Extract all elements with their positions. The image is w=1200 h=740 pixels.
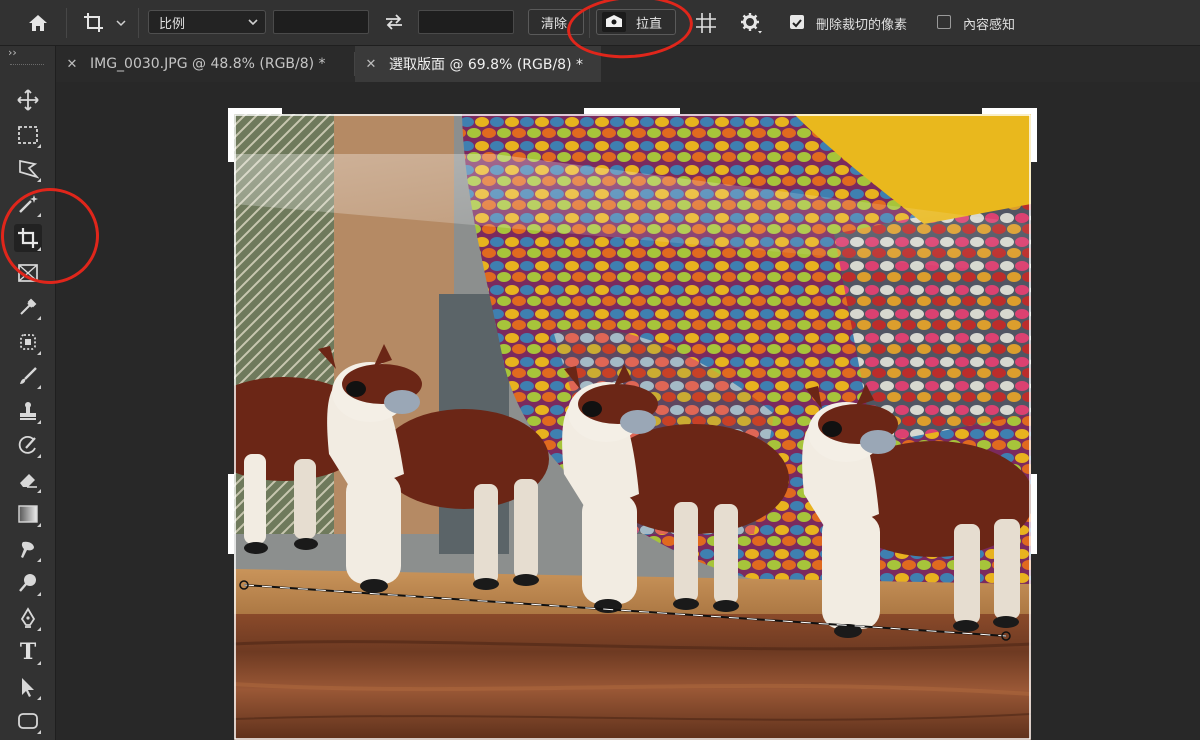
marquee-tool[interactable] (14, 121, 42, 149)
stamp-tool[interactable] (14, 397, 42, 425)
patch-icon (20, 334, 36, 350)
collapse-toggle[interactable]: ›› (8, 46, 17, 59)
stamp-icon (20, 402, 36, 420)
crop-handle-top-right-v[interactable] (1031, 108, 1037, 162)
lasso-tool[interactable] (14, 155, 42, 183)
ratio-select-value: 比例 (159, 16, 186, 32)
path-select-icon (22, 678, 34, 697)
checkmark-icon (792, 19, 802, 28)
history-brush-tool[interactable] (14, 431, 42, 459)
grid-overlay-icon (696, 13, 716, 33)
close-icon[interactable]: ✕ (363, 57, 379, 72)
type-tool[interactable]: T (14, 638, 42, 666)
gradient-tool[interactable] (14, 500, 42, 528)
delete-cropped-pixels-label: 刪除裁切的像素 (816, 18, 908, 33)
shape-tool[interactable] (14, 707, 42, 735)
canvas-area[interactable] (56, 82, 1200, 740)
content-aware-checkbox[interactable] (937, 15, 951, 29)
separator (66, 8, 67, 38)
swap-button[interactable] (380, 10, 408, 34)
crop-handle-left[interactable] (228, 474, 234, 554)
dodge-icon (19, 574, 36, 592)
delete-cropped-pixels-checkbox[interactable] (790, 15, 804, 29)
tab-img-0030[interactable]: ✕ IMG_0030.JPG @ 48.8% (RGB/8) * (56, 46, 354, 82)
crop-handle-top-left[interactable] (228, 108, 282, 114)
tab-selection-layout[interactable]: ✕ 選取版面 @ 69.8% (RGB/8) * (355, 46, 601, 82)
close-icon[interactable]: ✕ (64, 57, 80, 72)
crop-handle-top-left-v[interactable] (228, 108, 234, 162)
brush-icon (20, 367, 37, 384)
alpacas-photo (234, 114, 1031, 740)
clear-button-label: 清除 (541, 16, 568, 32)
history-brush-icon (18, 435, 36, 454)
content-aware-label: 內容感知 (963, 18, 1016, 33)
ratio-select[interactable]: 比例 (148, 10, 266, 34)
move-tool[interactable] (14, 86, 42, 114)
pen-tool[interactable] (14, 604, 42, 632)
crop-handle-top[interactable] (584, 108, 680, 114)
smudge-icon (21, 541, 34, 558)
path-selection-tool[interactable] (14, 673, 42, 701)
tab-title: 選取版面 @ 69.8% (RGB/8) * (389, 57, 584, 73)
marquee-icon (18, 126, 38, 144)
grip (10, 64, 44, 67)
height-field[interactable] (418, 10, 514, 34)
smudge-tool[interactable] (14, 535, 42, 563)
eyedropper-icon (20, 298, 37, 315)
separator (138, 8, 139, 38)
document-image[interactable] (234, 114, 1031, 740)
crop-handle-right[interactable] (1031, 474, 1037, 554)
tools-panel: ›› T (0, 46, 56, 740)
patch-tool[interactable] (14, 328, 42, 356)
home-icon (29, 15, 47, 31)
home-button[interactable] (22, 10, 54, 36)
brush-tool[interactable] (14, 362, 42, 390)
crop-handle-top-right[interactable] (982, 108, 1037, 114)
width-field[interactable] (273, 10, 369, 34)
crop-icon (84, 13, 103, 32)
eyedropper-tool[interactable] (14, 293, 42, 321)
lasso-icon (19, 159, 39, 179)
move-icon (17, 89, 39, 111)
swap-arrows-icon (386, 14, 402, 30)
type-icon: T (19, 639, 37, 665)
tab-title: IMG_0030.JPG @ 48.8% (RGB/8) * (90, 56, 326, 72)
gear-icon (741, 13, 762, 34)
overlay-options-button[interactable] (692, 9, 720, 37)
dodge-tool[interactable] (14, 569, 42, 597)
pen-icon (20, 607, 36, 628)
crop-settings-button[interactable] (736, 9, 766, 37)
chevron-down-icon (248, 19, 258, 26)
shape-icon (18, 713, 38, 729)
chevron-down-icon (116, 20, 126, 27)
crop-tool-preset[interactable] (78, 9, 130, 37)
eraser-tool[interactable] (14, 466, 42, 494)
eraser-icon (20, 474, 37, 488)
gradient-icon (18, 505, 38, 523)
